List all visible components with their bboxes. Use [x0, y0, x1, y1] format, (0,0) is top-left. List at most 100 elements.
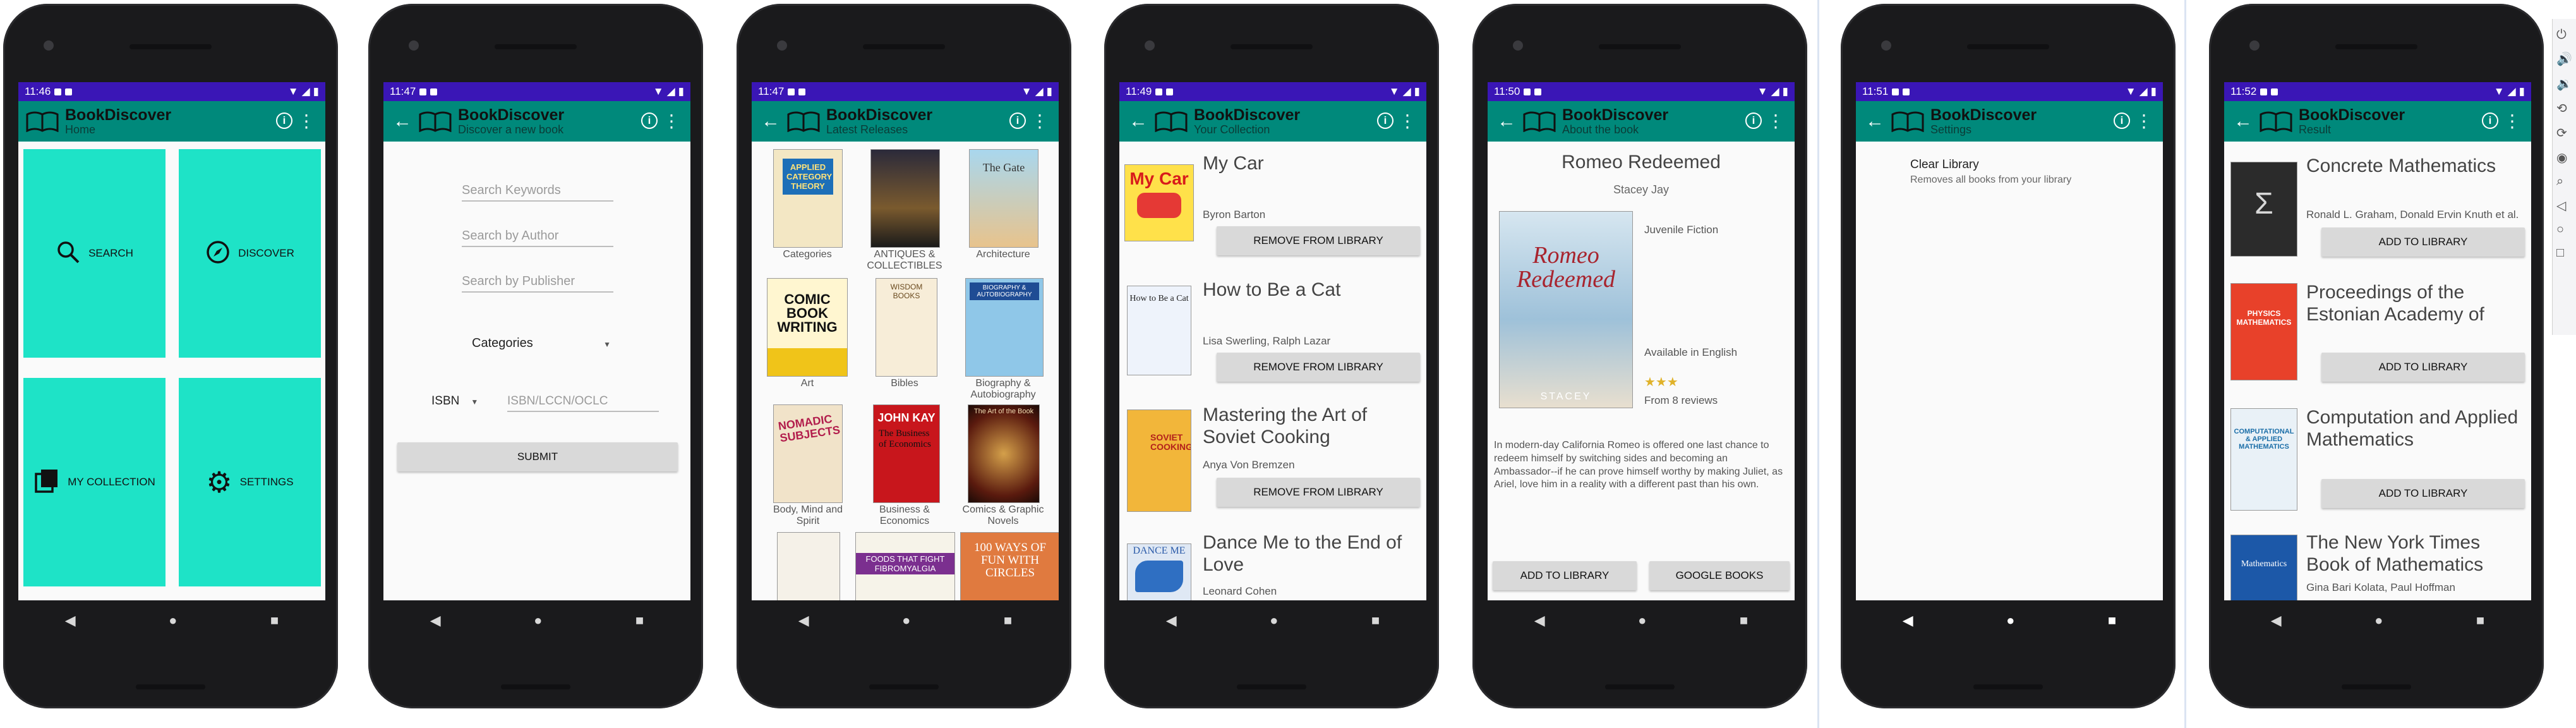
more-icon[interactable]: ⋮ [1399, 112, 1416, 130]
info-icon[interactable]: i [1377, 112, 1393, 129]
more-icon[interactable]: ⋮ [1767, 112, 1785, 130]
book-cover[interactable]: JOHN KAY The Business of Economics [873, 404, 940, 503]
settings-tile[interactable]: ⚙ SETTINGS [179, 378, 321, 586]
more-icon[interactable]: ⋮ [2503, 112, 2521, 130]
home-nav-icon[interactable]: ● [169, 612, 177, 629]
back-arrow-icon[interactable]: ← [1124, 111, 1152, 132]
back-nav-icon[interactable]: ◀ [1534, 612, 1545, 629]
info-icon[interactable]: i [2114, 112, 2130, 129]
volume-up-icon[interactable]: 🔊 [2556, 51, 2573, 67]
home-icon[interactable]: ○ [2556, 222, 2573, 237]
back-arrow-icon[interactable]: ← [1861, 111, 1889, 132]
info-icon[interactable]: i [2482, 112, 2498, 129]
more-icon[interactable]: ⋮ [298, 112, 315, 130]
clear-library-setting[interactable]: Clear Library Removes all books from you… [1910, 158, 2150, 186]
book-cover[interactable]: FOODS THAT FIGHT FIBROMYALGIA [855, 532, 955, 600]
more-icon[interactable]: ⋮ [2135, 112, 2153, 130]
home-nav-icon[interactable]: ● [1638, 612, 1646, 629]
back-arrow-icon[interactable]: ← [2229, 111, 2257, 132]
book-cover[interactable] [777, 532, 840, 600]
more-icon[interactable]: ⋮ [663, 112, 680, 130]
categories-dropdown[interactable]: Categories ▼ [472, 336, 611, 351]
add-to-library-button[interactable]: ADD TO LIBRARY [2321, 353, 2525, 382]
google-books-button[interactable]: GOOGLE BOOKS [1649, 561, 1790, 590]
id-type-dropdown[interactable]: ISBN ▼ [431, 394, 495, 408]
book-cover[interactable]: 100 WAYS OF FUN WITH CIRCLES [960, 532, 1059, 600]
info-icon[interactable]: i [1009, 112, 1026, 129]
discover-tile[interactable]: DISCOVER [179, 149, 321, 358]
rotate-icon[interactable]: ⟲ [2556, 100, 2573, 116]
recents-nav-icon[interactable]: ■ [2108, 612, 2116, 629]
search-publisher-input[interactable]: Search by Publisher [462, 274, 613, 293]
volume-down-icon[interactable]: 🔉 [2556, 76, 2573, 92]
submit-button[interactable]: SUBMIT [397, 442, 678, 471]
back-nav-icon[interactable]: ◀ [65, 612, 76, 629]
recents-nav-icon[interactable]: ■ [1371, 612, 1380, 629]
back-nav-icon[interactable]: ◀ [2271, 612, 2282, 629]
recents-nav-icon[interactable]: ■ [270, 612, 279, 629]
category-label: Architecture [976, 249, 1030, 260]
home-nav-icon[interactable]: ● [2006, 612, 2014, 629]
home-nav-icon[interactable]: ● [534, 612, 542, 629]
cover-title: The Gate [982, 161, 1025, 174]
overview-icon[interactable]: □ [2556, 246, 2573, 260]
back-nav-icon[interactable]: ◀ [1903, 612, 1913, 629]
rotate-right-icon[interactable]: ⟳ [2556, 125, 2573, 141]
back-nav-icon[interactable]: ◀ [430, 612, 441, 629]
recents-nav-icon[interactable]: ■ [2476, 612, 2484, 629]
book-title: My Car [1203, 153, 1264, 174]
more-icon[interactable]: ⋮ [1031, 112, 1049, 130]
book-cover[interactable]: COMIC BOOK WRITING [767, 278, 848, 377]
book-cover[interactable]: COMPUTATIONAL & APPLIED MATHEMATICS [2230, 408, 2297, 511]
back-arrow-icon[interactable]: ← [757, 111, 785, 132]
back-nav-icon[interactable]: ◀ [1166, 612, 1177, 629]
app-title: BookDiscover [2299, 106, 2405, 124]
search-tile[interactable]: SEARCH [23, 149, 166, 358]
recents-nav-icon[interactable]: ■ [1740, 612, 1748, 629]
emulator-toolbar: ⏻ 🔊 🔉 ⟲ ⟳ ◉ ⌕ ◁ ○ □ [2552, 19, 2576, 335]
cover-art [1137, 193, 1181, 218]
book-cover[interactable]: PHYSICS MATHEMATICS [2230, 283, 2297, 380]
zoom-icon[interactable]: ⌕ [2556, 174, 2573, 189]
book-cover[interactable]: SOVIET COOKING [1127, 410, 1191, 512]
book-cover[interactable]: Σ [2230, 162, 2297, 257]
book-cover[interactable]: WISDOM BOOKS [876, 278, 937, 377]
add-to-library-button[interactable]: ADD TO LIBRARY [2321, 228, 2525, 257]
power-icon[interactable]: ⏻ [2556, 28, 2573, 42]
book-cover[interactable]: How to Be a Cat [1127, 286, 1191, 375]
home-nav-icon[interactable]: ● [902, 612, 910, 629]
signal-icon: ◢ [1771, 85, 1779, 97]
screenshot-icon[interactable]: ◉ [2556, 150, 2573, 166]
book-cover[interactable]: BIOGRAPHY & AUTOBIOGRAPHY [965, 278, 1044, 377]
book-cover[interactable]: My Car [1124, 164, 1194, 241]
book-cover[interactable]: APPLIED CATEGORY THEORY [773, 149, 843, 248]
book-cover[interactable]: Mathematics [2230, 535, 2297, 600]
recents-nav-icon[interactable]: ■ [635, 612, 644, 629]
book-cover[interactable]: The Art of the Book [968, 404, 1040, 503]
search-keywords-input[interactable]: Search Keywords [462, 183, 613, 202]
book-icon [785, 111, 822, 132]
book-cover[interactable]: NOMADIC SUBJECTS [773, 404, 843, 503]
remove-from-library-button[interactable]: REMOVE FROM LIBRARY [1217, 226, 1420, 255]
status-time: 11:47 [390, 85, 416, 97]
back-nav-icon[interactable]: ◀ [798, 612, 809, 629]
home-nav-icon[interactable]: ● [1270, 612, 1278, 629]
back-icon[interactable]: ◁ [2556, 198, 2573, 214]
isbn-input[interactable]: ISBN/LCCN/OCLC [507, 394, 659, 412]
add-to-library-button[interactable]: ADD TO LIBRARY [2321, 479, 2525, 508]
book-cover[interactable] [870, 149, 940, 248]
info-icon[interactable]: i [641, 112, 658, 129]
book-cover[interactable]: The Gate [969, 149, 1038, 248]
book-cover[interactable]: DANCE ME [1127, 543, 1191, 600]
home-nav-icon[interactable]: ● [2374, 612, 2383, 629]
recents-nav-icon[interactable]: ■ [1004, 612, 1012, 629]
info-icon[interactable]: i [276, 112, 292, 129]
my-collection-tile[interactable]: MY COLLECTION [23, 378, 166, 586]
back-arrow-icon[interactable]: ← [388, 111, 416, 132]
info-icon[interactable]: i [1745, 112, 1762, 129]
add-to-library-button[interactable]: ADD TO LIBRARY [1493, 561, 1637, 590]
search-author-input[interactable]: Search by Author [462, 229, 613, 247]
remove-from-library-button[interactable]: REMOVE FROM LIBRARY [1217, 353, 1420, 382]
remove-from-library-button[interactable]: REMOVE FROM LIBRARY [1217, 478, 1420, 507]
back-arrow-icon[interactable]: ← [1493, 111, 1520, 132]
